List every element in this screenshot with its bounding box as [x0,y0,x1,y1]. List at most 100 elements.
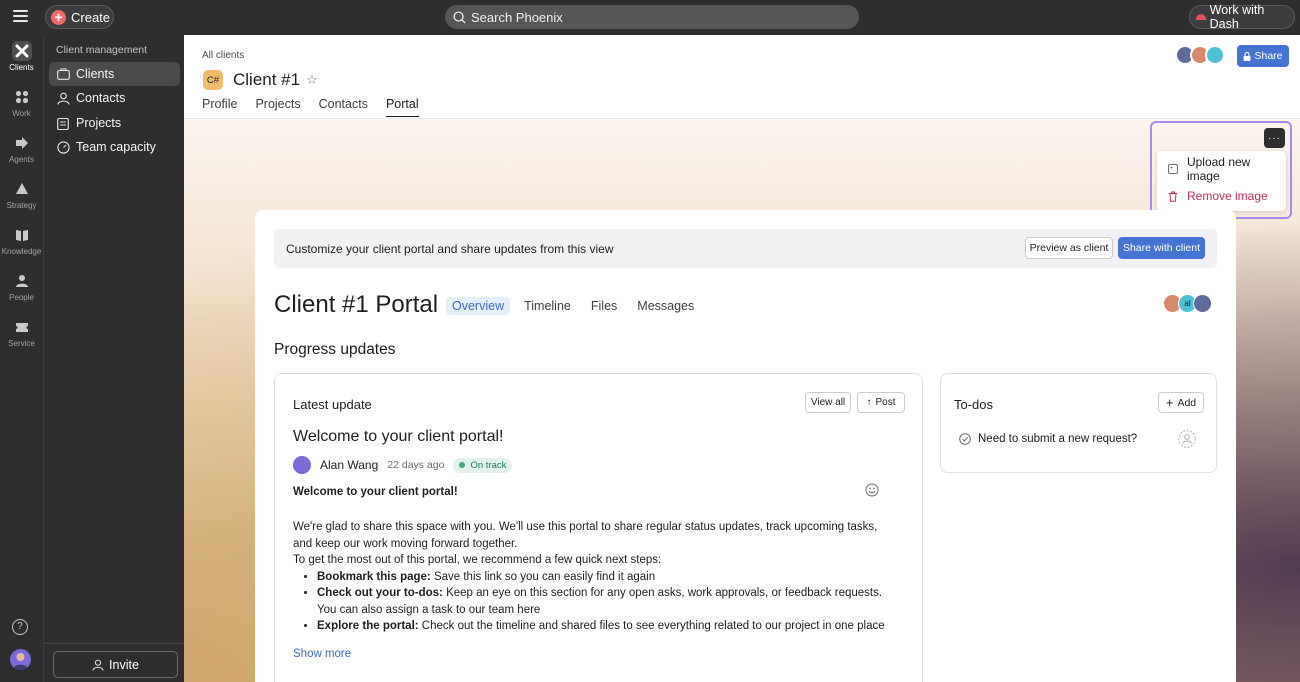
sidebar-heading: Client management [56,44,148,56]
trash-icon [1169,191,1177,202]
emoji-reaction-icon[interactable] [865,483,879,497]
strategy-icon [12,179,32,199]
sidebar-item-projects[interactable]: Projects [49,111,180,135]
tab-timeline[interactable]: Timeline [518,297,577,315]
create-button[interactable]: + Create [45,5,114,29]
preview-as-client-button[interactable]: Preview as client [1025,237,1113,259]
author-name[interactable]: Alan Wang [320,458,378,472]
header-tabs: Profile Projects Contacts Portal [202,97,419,117]
tab-overview[interactable]: Overview [446,297,511,315]
clients-icon [11,41,32,61]
todos-card: To-dos + Add Need to submit a new reques… [940,373,1217,473]
sidebar-item-contacts[interactable]: Contacts [49,86,180,110]
user-avatar[interactable] [10,649,31,670]
rail-item-work[interactable]: Work [0,87,43,118]
tab-contacts[interactable]: Contacts [319,97,368,117]
create-label: Create [71,9,111,25]
add-label: Add [1177,396,1197,409]
bullet-text: Check out the timeline and shared files … [418,620,885,632]
invite-button[interactable]: Invite [53,651,178,678]
rail-item-service[interactable]: Service [0,317,43,348]
sidebar-item-team-capacity[interactable]: Team capacity [49,135,180,159]
star-icon[interactable]: ☆ [306,72,318,88]
assignee-icon[interactable] [1178,430,1196,448]
contacts-icon [56,91,70,105]
list-item: Check out your to-dos: Keep an eye on th… [317,585,893,618]
tab-projects[interactable]: Projects [255,97,300,117]
portal-title: Client #1 Portal [274,291,439,318]
bullet-bold: Check out your to-dos: [317,587,443,599]
sidebar-item-label: Clients [76,67,115,81]
customize-banner: Customize your client portal and share u… [274,229,1217,268]
remove-image-menu-item[interactable]: Remove image [1167,186,1268,206]
rail-label: Knowledge [1,247,42,256]
projects-icon [56,116,70,130]
avatar[interactable] [293,456,311,474]
help-icon[interactable]: ? [12,619,28,635]
search-placeholder: Search Phoenix [471,9,563,25]
rail-label: Work [12,109,31,118]
client-portal-card: Customize your client portal and share u… [255,210,1236,682]
invite-label: Invite [109,657,139,672]
portal-member-avatars[interactable]: al [1163,294,1212,313]
agents-icon [12,133,32,153]
status-badge: On track [453,457,513,473]
tab-files[interactable]: Files [585,297,623,315]
rail-item-people[interactable]: People [0,271,43,302]
add-todo-button[interactable]: + Add [1158,392,1204,413]
image-icon [1167,164,1178,174]
list-item[interactable]: Need to submit a new request? [959,433,1137,445]
search-icon [453,10,466,24]
upload-new-image-menu-item[interactable]: Upload new image [1167,155,1286,183]
breadcrumb[interactable]: All clients [202,50,244,61]
share-button[interactable]: Share [1237,45,1289,67]
tab-profile[interactable]: Profile [202,97,237,117]
sidebar-item-clients[interactable]: Clients [49,62,180,86]
plus-icon: + [51,9,66,25]
bullet-bold: Bookmark this page: [317,570,431,583]
search-input[interactable]: Search Phoenix [445,5,859,29]
menu-icon[interactable] [13,10,28,22]
app-rail: Clients Work Agents Strategy Knowledge P… [0,35,43,682]
latest-update-card: Latest update View all ↑ Post Welcome to… [274,373,923,682]
update-title: Welcome to your client portal! [293,428,504,445]
show-more-link[interactable]: Show more [293,648,351,660]
update-body-heading: Welcome to your client portal! [293,486,458,498]
page-title: Client #1 [233,70,301,89]
rail-label: Agents [9,155,34,164]
rail-item-strategy[interactable]: Strategy [0,179,43,210]
sidebar-item-label: Contacts [76,91,126,105]
upload-label: Upload new image [1186,155,1251,183]
todo-label: Need to submit a new request? [978,433,1138,445]
tab-portal[interactable]: Portal [385,97,419,117]
tab-messages[interactable]: Messages [631,297,700,315]
author-row: Alan Wang 22 days ago On track [293,456,513,474]
post-button[interactable]: ↑ Post [857,392,905,413]
dash-icon [1196,14,1206,20]
page-title-row: C# Client #1 ☆ [203,70,318,90]
list-item: Explore the portal: Check out the timeli… [317,618,893,635]
sidebar-item-label: Projects [76,116,122,130]
rail-item-agents[interactable]: Agents [0,133,43,164]
top-bar: + Create Search Phoenix Work with Dash [0,0,1300,35]
portal-tabs: Overview Timeline Files Messages [446,297,700,315]
check-circle-icon[interactable] [959,433,971,445]
rail-item-knowledge[interactable]: Knowledge [0,225,43,256]
member-avatars[interactable] [1175,45,1225,65]
more-options-button[interactable]: ··· [1264,128,1285,148]
update-bullets: Bookmark this page: Save this link so yo… [317,569,893,635]
rail-item-clients[interactable]: Clients [0,41,43,72]
progress-updates-title: Progress updates [274,341,396,358]
work-with-dash-button[interactable]: Work with Dash [1189,3,1295,31]
banner-text: Customize your client portal and share u… [286,242,614,256]
status-dot-icon [459,462,466,468]
work-icon [12,87,32,107]
update-body: We're glad to share this space with you.… [293,519,893,635]
todos-heading: To-dos [954,397,994,412]
team-capacity-icon [56,140,70,154]
clients-icon [56,67,70,81]
share-with-client-button[interactable]: Share with client [1118,237,1205,259]
invite-icon [92,659,104,671]
view-all-button[interactable]: View all [805,392,851,413]
people-icon [12,271,32,291]
